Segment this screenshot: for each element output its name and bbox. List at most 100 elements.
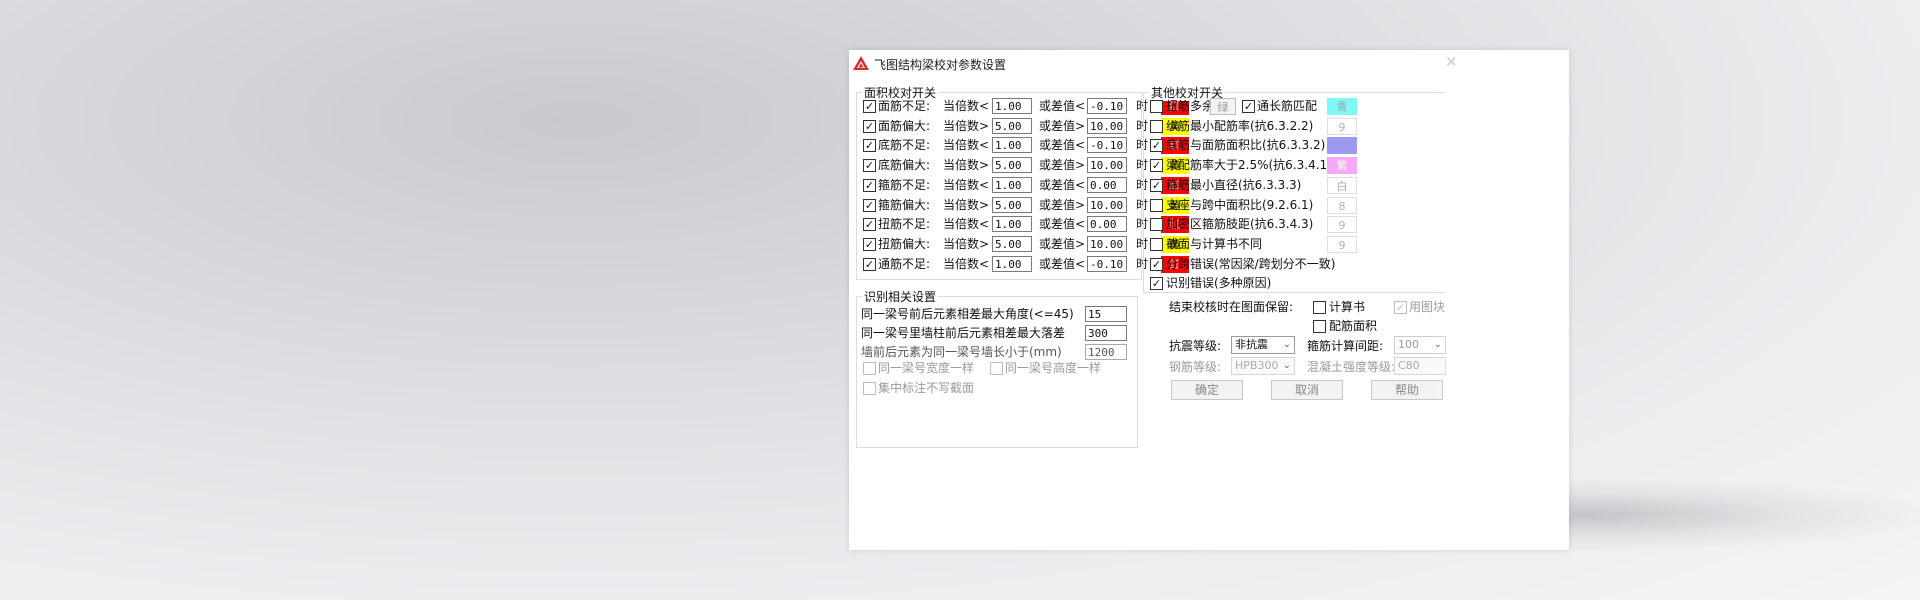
rebar-area-checkbox[interactable] xyxy=(1313,320,1326,333)
section-mismatch-label: 截面与计算书不同 xyxy=(1166,236,1263,251)
centralized-note-checkbox[interactable] xyxy=(863,382,876,395)
area-row-name: 面筋偏大: xyxy=(878,118,931,133)
area-row-checkbox[interactable]: ✓ xyxy=(863,100,876,113)
centralized-note-label: 集中标注不写截面 xyxy=(878,381,975,395)
area-row-checkbox[interactable]: ✓ xyxy=(863,218,876,232)
diff-input[interactable]: -0.10 xyxy=(1087,137,1127,154)
span-error-checkbox[interactable]: ✓ xyxy=(1150,257,1163,271)
fade-overlay-bottom xyxy=(849,458,1569,550)
app-logo-icon xyxy=(853,56,869,70)
stirrup-leg-spacing-color[interactable]: 9 xyxy=(1327,216,1357,234)
area-row-name: 箍筋不足: xyxy=(878,177,931,192)
through-bar-match-checkbox[interactable]: ✓ xyxy=(1242,100,1255,113)
area-row-diff-label: 或差值> xyxy=(1039,197,1086,212)
area-row-checkbox[interactable]: ✓ xyxy=(863,139,876,153)
area-row-name: 底筋偏大: xyxy=(878,158,931,173)
seismic-grade-select[interactable]: 非抗震 ⌄ xyxy=(1231,336,1295,354)
concrete-grade-value: C80 xyxy=(1398,359,1420,372)
concrete-grade-select[interactable]: C80 xyxy=(1394,357,1446,375)
area-row-checkbox[interactable]: ✓ xyxy=(863,119,876,133)
ratio-input[interactable]: 1.00 xyxy=(992,216,1032,233)
diff-input[interactable]: 10.00 xyxy=(1087,157,1127,174)
ratio-input[interactable]: 5.00 xyxy=(992,235,1032,252)
area-row-condition: 当倍数< xyxy=(943,256,990,271)
diff-input[interactable]: 10.00 xyxy=(1087,235,1127,252)
diff-input[interactable]: 10.00 xyxy=(1087,196,1127,213)
close-icon[interactable]: ✕ xyxy=(1445,53,1458,71)
calc-book-checkbox[interactable] xyxy=(1313,301,1326,314)
bottom-top-area-ratio-checkbox[interactable]: ✓ xyxy=(1150,139,1163,153)
same-height-label: 同一梁号高度一样 xyxy=(1005,361,1102,375)
section-mismatch-checkbox[interactable] xyxy=(1150,237,1163,251)
area-row-diff-label: 或差值> xyxy=(1039,158,1086,173)
area-row-checkbox[interactable]: ✓ xyxy=(863,257,876,271)
ok-button[interactable]: 确定 xyxy=(1171,380,1243,400)
area-row-name: 面筋不足: xyxy=(878,99,931,113)
support-midspan-ratio-checkbox[interactable] xyxy=(1150,198,1163,212)
ratio-input[interactable]: 5.00 xyxy=(992,117,1032,134)
torsion-excess-color[interactable]: 绿 xyxy=(1210,98,1236,115)
diff-input[interactable]: 10.00 xyxy=(1087,117,1127,134)
recognition-row-input[interactable]: 15 xyxy=(1085,306,1127,322)
diff-input[interactable]: -0.10 xyxy=(1087,98,1127,114)
help-button[interactable]: 帮助 xyxy=(1371,380,1443,400)
use-block-checkbox[interactable]: ✓ xyxy=(1394,301,1407,314)
rebar-ratio-over-label: 梁配筋率大于2.5%(抗6.3.4.1) xyxy=(1166,158,1332,173)
recognition-row-input[interactable]: 300 xyxy=(1085,325,1127,341)
support-midspan-ratio-label: 支座与跨中面积比(9.2.6.1) xyxy=(1166,197,1314,212)
cancel-button[interactable]: 取消 xyxy=(1271,380,1343,400)
area-row-checkbox[interactable]: ✓ xyxy=(863,198,876,212)
stirrup-spacing-label: 箍筋计算间距: xyxy=(1307,339,1384,353)
support-midspan-ratio-color[interactable]: 8 xyxy=(1327,196,1357,214)
ratio-input[interactable]: 1.00 xyxy=(992,176,1032,193)
recognition-legend: 识别相关设置 xyxy=(862,288,939,305)
recognition-error-checkbox[interactable]: ✓ xyxy=(1150,277,1163,291)
area-row-diff-label: 或差值> xyxy=(1039,118,1086,133)
keep-after-label: 结束校核时在图面保留: xyxy=(1169,300,1294,314)
torsion-excess-checkbox[interactable] xyxy=(1150,100,1163,113)
bottom-top-area-ratio-color[interactable] xyxy=(1327,137,1357,155)
through-bar-match-color[interactable]: 青 xyxy=(1327,98,1357,115)
calc-book-label: 计算书 xyxy=(1329,300,1366,314)
stirrup-min-diameter-checkbox[interactable]: ✓ xyxy=(1150,178,1163,192)
area-row-condition: 当倍数< xyxy=(943,99,990,113)
recognition-row-label: 墙前后元素为同一梁号墙长小于(mm) xyxy=(861,345,1062,359)
area-row-checkbox[interactable]: ✓ xyxy=(863,178,876,192)
ratio-input[interactable]: 1.00 xyxy=(992,137,1032,154)
ratio-input[interactable]: 5.00 xyxy=(992,157,1032,174)
window-title: 飞图结构梁校对参数设置 xyxy=(874,58,1007,72)
settings-dialog: 飞图结构梁校对参数设置 ✕ 面积校对开关 ✓ 面筋不足: 当倍数< 1.00 或差值< -… xyxy=(849,50,1569,550)
same-width-checkbox[interactable] xyxy=(863,362,876,375)
area-row-checkbox[interactable]: ✓ xyxy=(863,159,876,173)
use-block-label: 用图块 xyxy=(1409,300,1446,314)
ratio-input[interactable]: 5.00 xyxy=(992,196,1032,213)
diff-input[interactable]: 0.00 xyxy=(1087,176,1127,193)
rebar-ratio-over-checkbox[interactable]: ✓ xyxy=(1150,159,1163,173)
span-error-label: 分跨错误(常因梁/跨划分不一致) xyxy=(1166,256,1336,271)
same-height-checkbox[interactable] xyxy=(990,362,1003,375)
diff-input[interactable]: -0.10 xyxy=(1087,255,1127,272)
recognition-row-input[interactable]: 1200 xyxy=(1085,344,1127,360)
section-mismatch-color[interactable]: 9 xyxy=(1327,235,1357,253)
diff-input[interactable]: 0.00 xyxy=(1087,216,1127,233)
min-rebar-ratio-checkbox[interactable] xyxy=(1150,119,1163,133)
ratio-input[interactable]: 1.00 xyxy=(992,255,1032,272)
rebar-grade-select[interactable]: HPB300 ⌄ xyxy=(1231,357,1295,375)
area-row-condition: 当倍数< xyxy=(943,177,990,192)
stirrup-leg-spacing-checkbox[interactable] xyxy=(1150,218,1163,232)
recognition-row-label: 同一梁号里墙柱前后元素相差最大落差 xyxy=(861,326,1066,340)
stirrup-min-diameter-color[interactable]: 白 xyxy=(1327,176,1357,194)
area-row-condition: 当倍数< xyxy=(943,217,990,232)
rebar-area-label: 配筋面积 xyxy=(1329,319,1378,333)
rebar-ratio-over-color[interactable]: 紫 xyxy=(1327,157,1357,175)
title-bar: 飞图结构梁校对参数设置 ✕ xyxy=(849,50,1569,76)
stirrup-spacing-select[interactable]: 100 ⌄ xyxy=(1394,336,1446,354)
stirrup-min-diameter-label: 箍筋最小直径(抗6.3.3.3) xyxy=(1166,177,1302,192)
through-bar-match-label: 通长筋匹配 xyxy=(1257,99,1318,113)
area-row-condition: 当倍数> xyxy=(943,118,990,133)
area-row-checkbox[interactable]: ✓ xyxy=(863,237,876,251)
min-rebar-ratio-color[interactable]: 9 xyxy=(1327,117,1357,135)
ratio-input[interactable]: 1.00 xyxy=(992,98,1032,114)
recognition-error-label: 识别错误(多种原因) xyxy=(1166,276,1272,291)
area-row-diff-label: 或差值< xyxy=(1039,256,1086,271)
